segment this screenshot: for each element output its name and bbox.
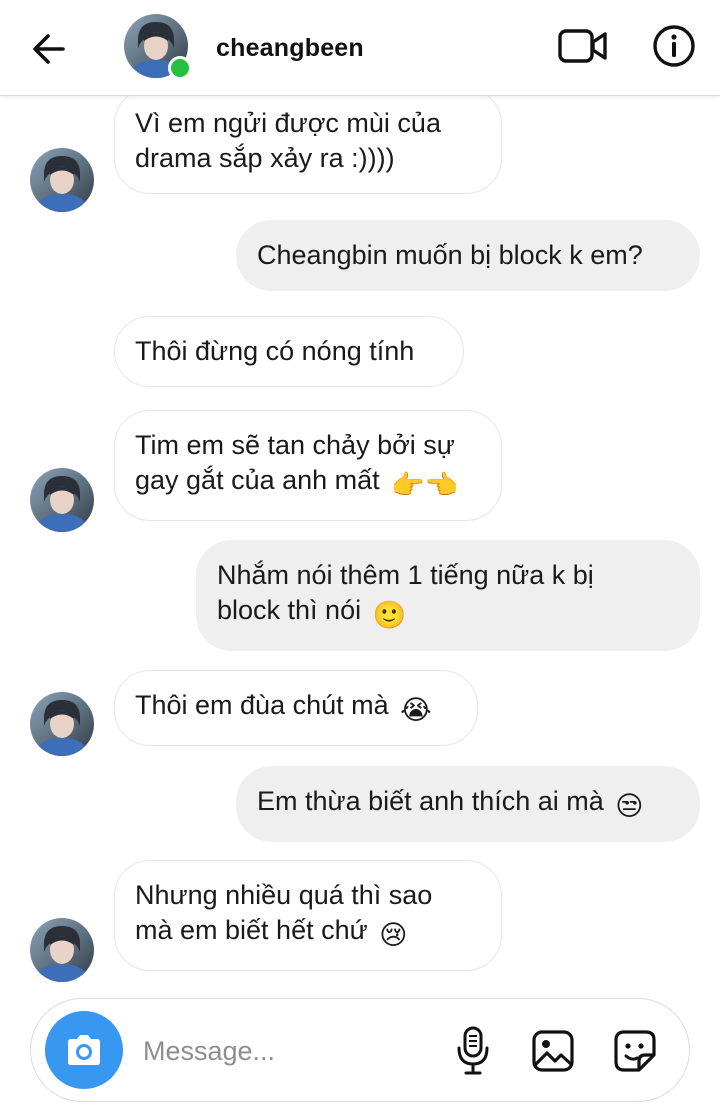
message-text: drama sắp xảy ra :)))) <box>135 143 395 173</box>
message-bubble-incoming[interactable]: Thôi em đùa chút mà 😭 <box>114 670 478 746</box>
message-text: Nhắm nói thêm 1 tiếng nữa k bị <box>217 560 594 590</box>
sender-avatar[interactable] <box>30 148 94 212</box>
sender-avatar[interactable] <box>30 918 94 982</box>
back-button[interactable] <box>26 26 72 72</box>
gallery-button[interactable] <box>529 1027 577 1075</box>
sticker-button[interactable] <box>611 1027 659 1075</box>
message-text: Tim em sẽ tan chảy bởi sự <box>135 430 455 460</box>
message-text: Nhưng nhiều quá thì sao <box>135 880 433 910</box>
message-bubble-incoming[interactable]: Nhưng nhiều quá thì sao mà em biết hết c… <box>114 860 502 971</box>
pointing-fingers-emoji: 👉👈 <box>391 470 459 500</box>
video-camera-icon <box>558 29 607 63</box>
profile-avatar[interactable] <box>124 14 192 80</box>
message-text: gay gắt của anh mất <box>135 465 380 495</box>
voice-message-button[interactable] <box>451 1025 495 1077</box>
message-text: Thôi đừng có nóng tính <box>135 336 415 366</box>
unamused-face-emoji: 😒 <box>615 791 644 821</box>
avatar-image <box>30 468 94 532</box>
video-call-button[interactable] <box>556 24 610 68</box>
message-text: mà em biết hết chứ <box>135 915 368 945</box>
message-text: Em thừa biết anh thích ai mà <box>257 786 604 816</box>
message-bubble-outgoing[interactable]: Em thừa biết anh thích ai mà 😒 <box>236 766 700 842</box>
message-composer <box>30 998 690 1102</box>
message-bubble-incoming[interactable]: Thôi đừng có nóng tính <box>114 316 464 387</box>
camera-button[interactable] <box>45 1011 123 1089</box>
avatar-image <box>30 918 94 982</box>
image-gallery-icon <box>532 1030 574 1072</box>
message-text: Cheangbin muốn bị block k em? <box>257 240 643 270</box>
message-bubble-incoming[interactable]: Vì em ngửi được mùi của drama sắp xảy ra… <box>114 88 502 194</box>
message-thread: Vì em ngửi được mùi của drama sắp xảy ra… <box>0 0 720 1000</box>
message-text: Vì em ngửi được mùi của <box>135 108 441 138</box>
microphone-icon <box>457 1026 489 1075</box>
chat-username[interactable]: cheangbeen <box>216 34 364 63</box>
message-text: block thì nói <box>217 595 362 625</box>
camera-icon <box>68 1035 100 1065</box>
message-bubble-incoming[interactable]: Tim em sẽ tan chảy bởi sự gay gắt của an… <box>114 410 502 521</box>
sender-avatar[interactable] <box>30 468 94 532</box>
avatar-image <box>30 692 94 756</box>
info-circle-icon <box>653 25 695 67</box>
message-input[interactable] <box>143 1029 423 1073</box>
loudly-crying-emoji: 😭 <box>400 695 432 725</box>
slight-smile-emoji: 🙂 <box>372 600 407 630</box>
message-text: Thôi em đùa chút mà <box>135 690 389 720</box>
avatar-image <box>30 148 94 212</box>
chat-header: cheangbeen <box>0 0 720 96</box>
sender-avatar[interactable] <box>30 692 94 756</box>
info-button[interactable] <box>650 22 698 70</box>
message-bubble-outgoing[interactable]: Nhắm nói thêm 1 tiếng nữa k bị block thì… <box>196 540 700 651</box>
arrow-left-icon <box>33 34 65 64</box>
message-bubble-outgoing[interactable]: Cheangbin muốn bị block k em? <box>236 220 700 291</box>
crying-face-emoji: 😢 <box>379 920 408 950</box>
sticker-icon <box>614 1030 656 1072</box>
online-status-dot <box>168 56 192 80</box>
